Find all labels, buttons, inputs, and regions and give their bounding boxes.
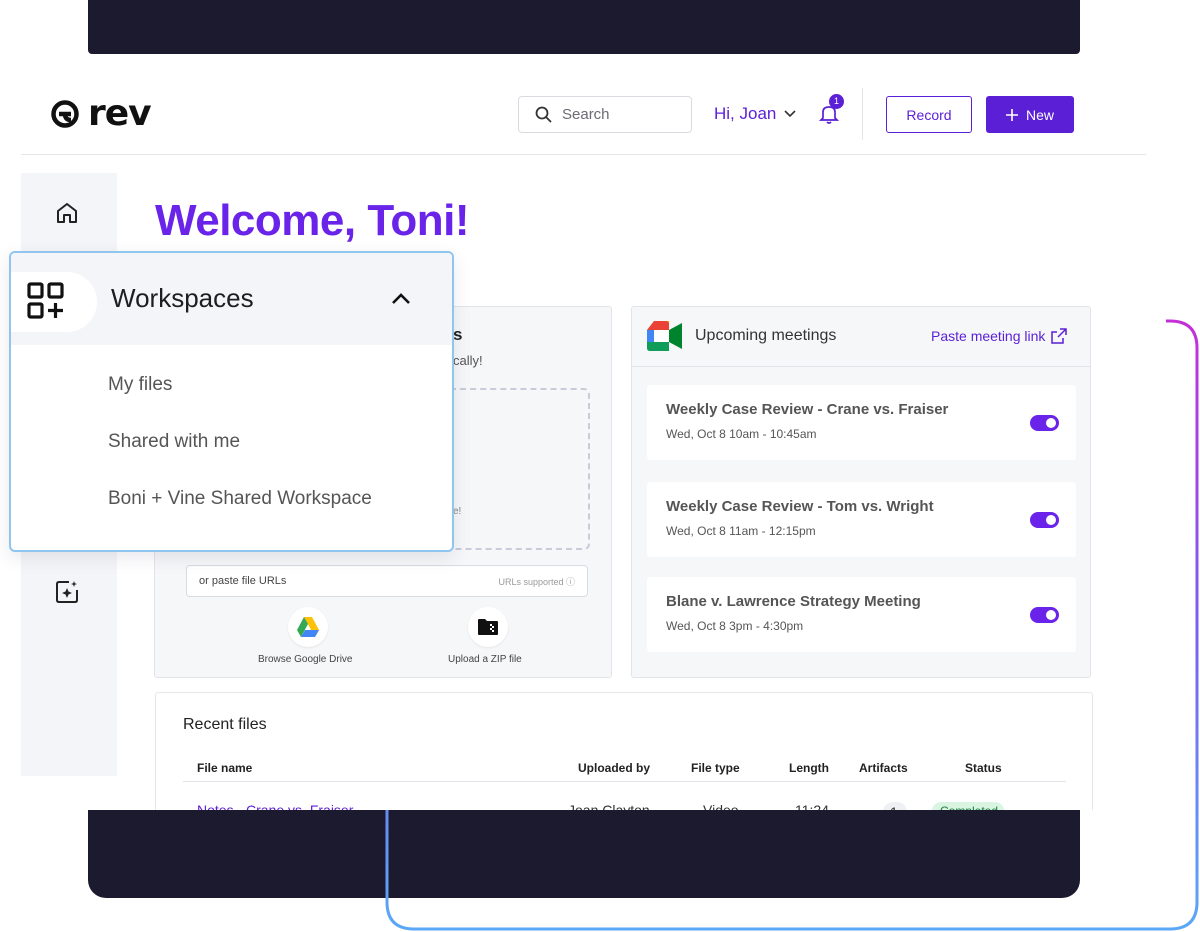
meeting-time: Wed, Oct 8 10am - 10:45am — [666, 427, 817, 441]
plus-icon — [1005, 108, 1018, 121]
column-header-status[interactable]: Status — [965, 761, 1002, 775]
search-icon — [535, 106, 552, 123]
status-badge: Completed — [932, 800, 1004, 810]
bottom-dark-band — [88, 810, 1080, 898]
meeting-card[interactable]: Blane v. Lawrence Strategy Meeting Wed, … — [647, 577, 1076, 652]
meeting-card[interactable]: Weekly Case Review - Tom vs. Wright Wed,… — [647, 482, 1076, 557]
file-dropzone[interactable] — [440, 388, 590, 550]
table-cell-artifacts: 1 — [883, 800, 907, 810]
workspace-item-boni-vine[interactable]: Boni + Vine Shared Workspace — [108, 488, 372, 510]
rev-logo[interactable]: rev — [50, 93, 152, 134]
logo-text: rev — [88, 93, 152, 134]
meeting-card[interactable]: Weekly Case Review - Crane vs. Fraiser W… — [647, 385, 1076, 460]
paste-meeting-link[interactable]: Paste meeting link — [931, 328, 1068, 344]
workspaces-grid-icon — [27, 282, 64, 319]
new-button[interactable]: New — [986, 96, 1074, 133]
recent-files-panel — [155, 692, 1093, 810]
home-icon[interactable] — [54, 200, 80, 226]
user-menu[interactable]: Hi, Joan — [714, 104, 796, 124]
header-divider-line — [21, 154, 1146, 155]
meeting-toggle[interactable] — [1030, 512, 1059, 528]
greeting-text: Hi, Joan — [714, 104, 777, 123]
google-drive-button[interactable] — [288, 607, 328, 647]
google-meet-icon — [647, 321, 682, 351]
zip-upload-button[interactable] — [468, 607, 508, 647]
new-button-label: New — [1025, 106, 1054, 123]
external-link-icon — [1051, 328, 1068, 344]
url-hint: URLs supported ⓘ — [498, 576, 575, 587]
meeting-title: Weekly Case Review - Tom vs. Wright — [666, 498, 934, 515]
meeting-title: Weekly Case Review - Crane vs. Fraiser — [666, 401, 949, 418]
meeting-toggle[interactable] — [1030, 607, 1059, 623]
meeting-time: Wed, Oct 8 11am - 12:15pm — [666, 524, 816, 538]
search-input[interactable] — [562, 106, 672, 123]
google-drive-label: Browse Google Drive — [258, 654, 353, 665]
meeting-time: Wed, Oct 8 3pm - 4:30pm — [666, 619, 804, 633]
column-header-file-name[interactable]: File name — [197, 761, 252, 775]
paste-meeting-link-label: Paste meeting link — [931, 328, 1046, 344]
dropzone-text: e! — [453, 506, 462, 517]
record-button[interactable]: Record — [886, 96, 972, 133]
top-dark-band — [88, 0, 1080, 54]
chevron-up-icon[interactable] — [389, 287, 413, 311]
header-divider — [862, 88, 863, 140]
table-cell-uploaded-by: Joan Clayton — [568, 802, 650, 810]
column-header-artifacts[interactable]: Artifacts — [859, 761, 908, 775]
workspaces-title: Workspaces — [111, 283, 254, 313]
upload-subtitle: cally! — [453, 353, 483, 368]
workspace-item-shared-with-me[interactable]: Shared with me — [108, 431, 240, 453]
column-header-file-type[interactable]: File type — [691, 761, 740, 775]
table-header-divider — [183, 781, 1066, 782]
meetings-title: Upcoming meetings — [695, 327, 837, 344]
workspace-item-my-files[interactable]: My files — [108, 374, 172, 396]
notification-badge: 1 — [829, 94, 844, 109]
table-cell-length: 11:24 — [795, 802, 829, 810]
table-cell-file-type: Video — [703, 802, 739, 810]
search-box[interactable] — [518, 96, 692, 133]
zip-upload-label: Upload a ZIP file — [448, 654, 522, 665]
google-drive-icon — [297, 617, 319, 637]
column-header-uploaded-by[interactable]: Uploaded by — [578, 761, 650, 775]
column-header-length[interactable]: Length — [789, 761, 829, 775]
meeting-toggle[interactable] — [1030, 415, 1059, 431]
rev-logo-icon — [51, 100, 79, 128]
recent-files-title: Recent files — [183, 716, 267, 733]
table-cell-file-name[interactable]: Notes - Crane vs. Fraiser — [197, 800, 397, 810]
ai-sparkle-icon[interactable] — [54, 579, 80, 605]
meeting-title: Blane v. Lawrence Strategy Meeting — [666, 593, 921, 610]
chevron-down-icon — [784, 110, 796, 118]
meetings-header-divider — [632, 366, 1090, 367]
paste-url-field[interactable]: or paste file URLs URLs supported ⓘ — [186, 565, 588, 597]
upload-title: s — [453, 325, 463, 344]
zip-folder-icon — [478, 619, 498, 635]
workspaces-popover: Workspaces My files Shared with me Boni … — [9, 251, 454, 552]
url-placeholder: or paste file URLs — [199, 575, 287, 587]
welcome-heading: Welcome, Toni! — [155, 196, 470, 245]
